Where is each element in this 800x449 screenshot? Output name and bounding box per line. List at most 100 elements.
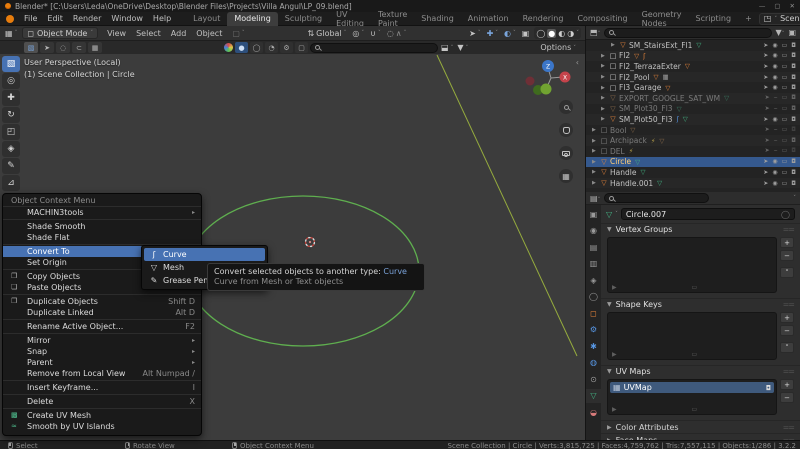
expand-arrow-icon[interactable]: ▶ <box>601 116 607 122</box>
expand-arrow-icon[interactable]: ▶ <box>601 106 607 112</box>
hide-viewport-eye-icon[interactable]: ◉ <box>772 84 777 91</box>
gizmo-neg-x-axis[interactable] <box>526 77 535 86</box>
render-settings-button[interactable]: ⚙ <box>280 42 293 53</box>
context-menu-item[interactable]: Shade Flat <box>3 232 201 243</box>
object-name[interactable]: Bool <box>610 126 626 135</box>
render-tab[interactable]: ◉ <box>586 224 601 238</box>
viewport-menu-item[interactable]: Object <box>191 29 227 38</box>
remove-shape-key-button[interactable]: − <box>780 325 794 336</box>
fake-user-icon[interactable]: ◯ <box>781 210 790 219</box>
snap-toggle[interactable]: ∪˅ <box>369 29 382 38</box>
selectable-toggle-icon[interactable]: ➤ <box>763 63 768 70</box>
workspace-tab[interactable]: UV Editing <box>329 12 371 26</box>
add-workspace-button[interactable]: + <box>738 14 759 23</box>
properties-search-input[interactable] <box>604 193 709 203</box>
transform-orientation-dropdown[interactable]: ⇅Global˅ <box>306 29 347 38</box>
select-box-tool[interactable]: ▧ <box>2 56 20 72</box>
shape-keys-listbox[interactable]: ▶▭ <box>607 312 777 360</box>
disable-render-camera-icon[interactable]: ◘ <box>791 147 796 155</box>
perspective-toggle-button[interactable]: ▦ <box>559 169 573 183</box>
context-menu-item[interactable]: Delete X <box>3 396 201 407</box>
close-button[interactable]: ✕ <box>790 2 795 10</box>
object-color-button[interactable]: ▢ <box>295 42 308 53</box>
editor-type-button[interactable]: ▦˅ <box>4 29 18 38</box>
disable-render-camera-icon[interactable]: ◘ <box>791 42 796 49</box>
disable-render-camera-icon[interactable]: ◘ <box>791 180 796 187</box>
hide-viewport-eye-icon[interactable]: ⌣ <box>774 137 778 145</box>
selectable-toggle-icon[interactable]: ➤ <box>765 105 770 113</box>
new-collection-button[interactable]: ▣ <box>788 28 796 37</box>
disable-viewport-icon[interactable]: ▭ <box>782 84 788 91</box>
disable-render-camera-icon[interactable]: ◘ <box>791 126 796 134</box>
disable-viewport-icon[interactable]: ▭ <box>782 63 788 70</box>
context-menu-item[interactable]: Rename Active Object... F2 <box>3 321 201 332</box>
select-lasso-mode[interactable]: ⊂ <box>72 42 86 53</box>
hide-viewport-eye-icon[interactable]: ⌣ <box>774 147 778 155</box>
selectable-toggle-icon[interactable]: ➤ <box>763 180 768 187</box>
proportional-editing-toggle[interactable]: ◌∧˅ <box>386 29 408 38</box>
object-name[interactable]: Archipack <box>610 136 647 145</box>
outliner-search-input[interactable] <box>604 28 771 38</box>
disable-viewport-icon[interactable]: ▭ <box>782 116 788 123</box>
disable-viewport-icon[interactable]: ▭ <box>782 74 788 81</box>
viewport-menu-item[interactable]: Add <box>166 29 192 38</box>
uvmap-list-item[interactable]: ▦ UVMap ◘ <box>610 382 774 393</box>
measure-tool[interactable]: ⊿ <box>2 175 20 191</box>
expand-arrow-icon[interactable]: ▶ <box>601 53 607 59</box>
context-menu-item[interactable]: ▩ Create UV Mesh <box>3 410 201 421</box>
context-menu-item[interactable]: Shade Smooth <box>3 221 201 232</box>
minimize-button[interactable]: — <box>759 2 766 10</box>
shading-material-button[interactable]: ◐ <box>558 29 565 38</box>
options-dropdown[interactable]: Options˅ <box>539 43 577 52</box>
selectable-toggle-icon[interactable]: ➤ <box>765 137 770 145</box>
shape-keys-panel-header[interactable]: ▼Shape Keys == <box>601 298 800 310</box>
xray-toggle[interactable]: ▣ <box>521 29 531 38</box>
modifiers-tab[interactable]: ⚙ <box>586 323 601 337</box>
expand-arrow-icon[interactable]: ▶ <box>592 127 598 133</box>
scene-selector[interactable]: ◳˅ Scene ❐ ✕ <box>759 13 800 25</box>
particles-tab[interactable]: ✱ <box>586 339 601 353</box>
object-name[interactable]: Circle <box>610 157 631 166</box>
viewlayer-tab[interactable]: ▥ <box>586 257 601 271</box>
scene-tab[interactable]: ◈ <box>586 273 601 287</box>
selectable-toggle-icon[interactable]: ➤ <box>763 158 768 165</box>
hide-viewport-eye-icon[interactable]: ⌣ <box>774 126 778 134</box>
disable-render-camera-icon[interactable]: ◘ <box>791 105 796 113</box>
disable-viewport-icon[interactable]: ▭ <box>782 94 788 102</box>
hide-viewport-eye-icon[interactable]: ◉ <box>772 180 777 187</box>
collapsed-panel-header[interactable]: ▶Face Maps == <box>601 433 800 440</box>
matcap-preview-icon[interactable] <box>224 43 233 52</box>
menubar-item[interactable]: Edit <box>42 14 68 23</box>
outliner-row[interactable]: ▶ ▽ SM_Plot50_Fl3 ʃ ▽ ➤ ◉ ▭ ◘ <box>586 114 800 125</box>
object-name[interactable]: Handle <box>610 168 636 177</box>
selectable-toggle-icon[interactable]: ➤ <box>763 52 768 59</box>
workspace-tab[interactable]: Shading <box>414 12 461 26</box>
select-box-mode[interactable]: ➤ <box>40 42 54 53</box>
material-tab[interactable]: ◒ <box>586 405 601 419</box>
outliner-row[interactable]: ▶ □ Archipack ⚡ ▽ ➤ ⌣ ▭ ◘ <box>586 135 800 146</box>
expand-arrow-icon[interactable]: ▶ <box>592 138 598 144</box>
scale-tool[interactable]: ◰ <box>2 124 20 140</box>
context-menu-item[interactable]: Mirror ▸ <box>3 335 201 346</box>
collapsed-panel-header[interactable]: ▶Color Attributes == <box>601 420 800 433</box>
context-menu-item[interactable]: ≈ Smooth by UV Islands <box>3 421 201 432</box>
move-tool[interactable]: ✚ <box>2 90 20 106</box>
pivot-point-dropdown[interactable]: ◎˅ <box>351 29 365 38</box>
disable-viewport-icon[interactable]: ▭ <box>782 158 788 165</box>
pan-button[interactable] <box>559 123 573 137</box>
studio-light-button[interactable]: ● <box>235 42 248 53</box>
tool-tab[interactable]: ▣ <box>586 207 601 221</box>
remove-uvmap-button[interactable]: − <box>780 392 794 403</box>
object-name[interactable]: DEL <box>610 147 625 156</box>
disable-render-camera-icon[interactable]: ◘ <box>791 52 796 59</box>
overlays-dropdown[interactable]: ◐˅ <box>503 29 517 38</box>
filter-icon[interactable]: ▼˅ <box>776 28 785 37</box>
workspace-tab[interactable]: Sculpting <box>278 12 329 26</box>
context-menu-item[interactable]: Snap ▸ <box>3 346 201 357</box>
outliner-row[interactable]: ▶ □ Fl2 ▽ ʃ ➤ ◉ ▭ ◘ <box>586 51 800 62</box>
workspace-tab[interactable]: Scripting <box>688 12 738 26</box>
context-menu-item[interactable]: Insert Keyframe... I <box>3 382 201 393</box>
select-tweak-mode[interactable]: ▧ <box>24 42 38 53</box>
output-tab[interactable]: ▤ <box>586 240 601 254</box>
outliner-row[interactable]: ▶ ▽ SM_Plot30_Fl3 ▽ ➤ ⌣ ▭ ◘ <box>586 104 800 115</box>
